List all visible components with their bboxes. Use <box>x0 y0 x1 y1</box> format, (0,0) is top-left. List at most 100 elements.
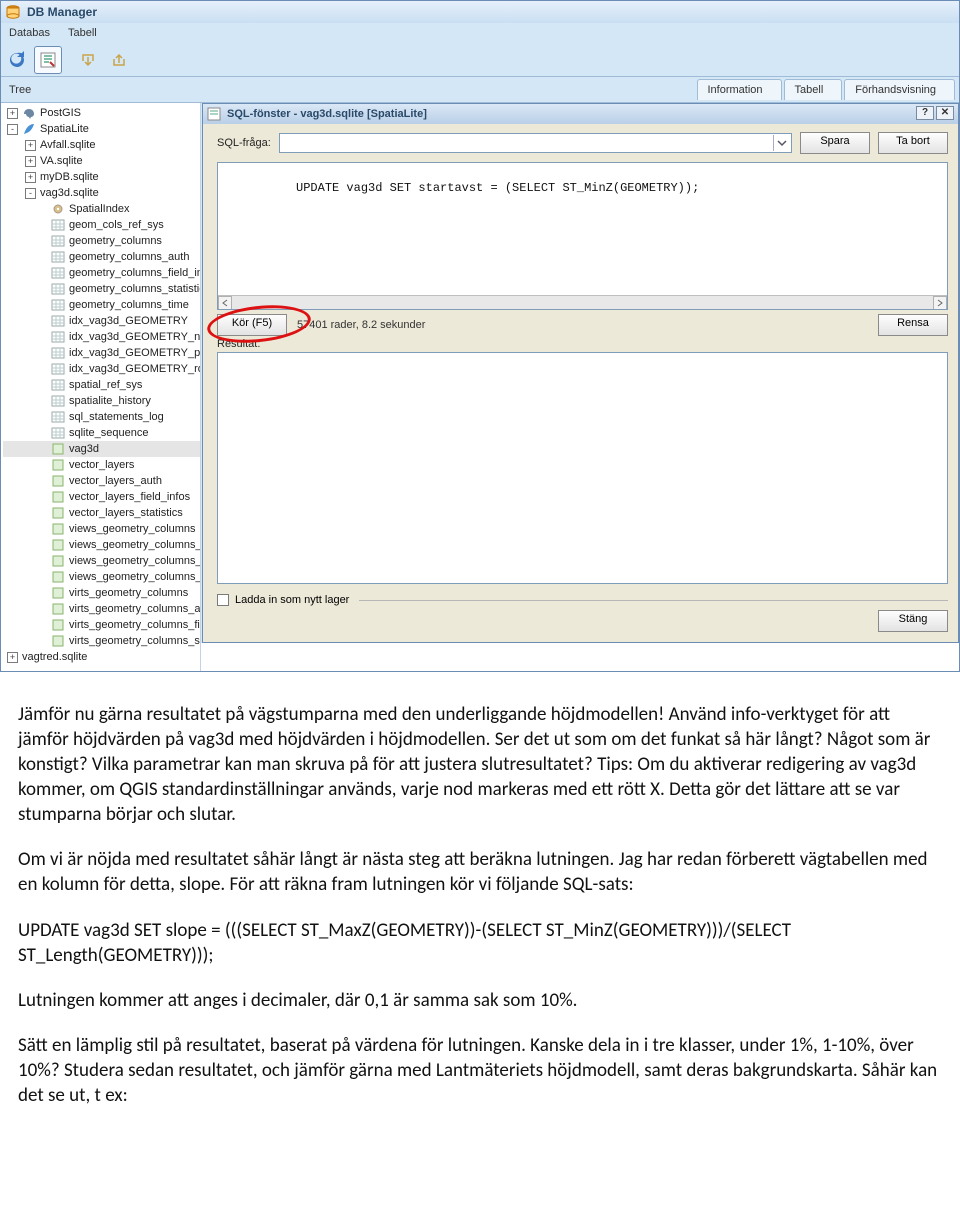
tree-node[interactable]: geometry_columns <box>3 233 200 249</box>
expand-icon[interactable]: + <box>25 156 36 167</box>
tree-label: geometry_columns <box>69 233 162 249</box>
table-icon <box>51 266 65 280</box>
table-icon <box>51 378 65 392</box>
tree-node[interactable]: idx_vag3d_GEOMETRY_node <box>3 329 200 345</box>
tree-node[interactable]: idx_vag3d_GEOMETRY_parent <box>3 345 200 361</box>
tree-node[interactable]: views_geometry_columns <box>3 521 200 537</box>
tree-label: myDB.sqlite <box>40 169 99 185</box>
tree-node[interactable]: sqlite_sequence <box>3 425 200 441</box>
tree-node[interactable]: vector_layers_field_infos <box>3 489 200 505</box>
expand-icon[interactable]: - <box>25 188 36 199</box>
tree-node[interactable]: geom_cols_ref_sys <box>3 217 200 233</box>
tree-label: spatial_ref_sys <box>69 377 142 393</box>
close-window-button[interactable]: Stäng <box>878 610 948 632</box>
layer-icon <box>51 554 65 568</box>
table-icon <box>51 234 65 248</box>
load-as-layer-checkbox[interactable] <box>217 594 229 606</box>
tree-node[interactable]: vector_layers_auth <box>3 473 200 489</box>
layer-icon <box>51 538 65 552</box>
article-paragraph: Jämför nu gärna resultatet på vägstumpar… <box>18 702 942 827</box>
tab-preview[interactable]: Förhandsvisning <box>844 79 955 100</box>
layer-icon <box>51 506 65 520</box>
tree-label: vag3d.sqlite <box>40 185 99 201</box>
tree-db[interactable]: -vag3d.sqlite <box>3 185 200 201</box>
tree-node[interactable]: virts_geometry_columns_field_infos <box>3 617 200 633</box>
tree-label: geometry_columns_time <box>69 297 189 313</box>
gear-icon <box>51 202 65 216</box>
tree-node[interactable]: views_geometry_columns_field_infos <box>3 553 200 569</box>
tree-node[interactable]: views_geometry_columns_auth <box>3 537 200 553</box>
table-icon <box>51 426 65 440</box>
tree-node[interactable]: SpatialIndex <box>3 201 200 217</box>
tree-label: geometry_columns_field_infos <box>69 265 200 281</box>
collapse-icon[interactable]: - <box>7 124 18 135</box>
tree-label: views_geometry_columns <box>69 521 196 537</box>
tree-label: idx_vag3d_GEOMETRY <box>69 313 188 329</box>
sql-window-button[interactable] <box>34 46 62 74</box>
expand-icon[interactable]: + <box>25 172 36 183</box>
tree-label: SpatiaLite <box>40 121 89 137</box>
export-button[interactable] <box>105 46 133 74</box>
tree-node[interactable]: virts_geometry_columns_auth <box>3 601 200 617</box>
save-button[interactable]: Spara <box>800 132 870 154</box>
tree-node[interactable]: views_geometry_columns_statistics <box>3 569 200 585</box>
tree-node[interactable]: vector_layers <box>3 457 200 473</box>
expand-icon[interactable]: + <box>25 140 36 151</box>
tree-db[interactable]: + myDB.sqlite <box>3 169 200 185</box>
table-icon <box>51 346 65 360</box>
tree-label: geom_cols_ref_sys <box>69 217 164 233</box>
tree-node[interactable]: spatial_ref_sys <box>3 377 200 393</box>
tree-root-spatialite[interactable]: - SpatiaLite <box>3 121 200 137</box>
table-icon <box>51 394 65 408</box>
table-icon <box>51 410 65 424</box>
menu-database[interactable]: Databas <box>9 27 50 39</box>
tree-node[interactable]: sql_statements_log <box>3 409 200 425</box>
tree-label: SpatialIndex <box>69 201 130 217</box>
tree-db-vagtred[interactable]: + vagtred.sqlite <box>3 649 200 665</box>
clear-button[interactable]: Rensa <box>878 314 948 336</box>
tree-node[interactable]: geometry_columns_auth <box>3 249 200 265</box>
tree-node[interactable]: geometry_columns_time <box>3 297 200 313</box>
scroll-left-icon[interactable] <box>218 296 232 310</box>
refresh-button[interactable] <box>3 46 31 74</box>
tree-node[interactable]: virts_geometry_columns_statistics <box>3 633 200 649</box>
sql-editor[interactable]: UPDATE vag3d SET startavst = (SELECT ST_… <box>217 162 948 310</box>
tree-db[interactable]: +Avfall.sqlite <box>3 137 200 153</box>
elephant-icon <box>22 106 36 120</box>
tree-node[interactable]: vag3d <box>3 441 200 457</box>
sql-query-combo[interactable] <box>279 133 792 153</box>
tree-label: vector_layers_statistics <box>69 505 183 521</box>
tree-db[interactable]: +VA.sqlite <box>3 153 200 169</box>
tree-root-postgis[interactable]: + PostGIS <box>3 105 200 121</box>
tree-node[interactable]: vector_layers_statistics <box>3 505 200 521</box>
tree-node[interactable]: spatialite_history <box>3 393 200 409</box>
chevron-down-icon <box>773 135 789 151</box>
help-button[interactable]: ? <box>916 106 934 120</box>
expand-icon[interactable]: + <box>7 108 18 119</box>
expand-icon[interactable]: + <box>7 652 18 663</box>
layer-icon <box>51 490 65 504</box>
tree-node[interactable]: idx_vag3d_GEOMETRY <box>3 313 200 329</box>
delete-button[interactable]: Ta bort <box>878 132 948 154</box>
layer-icon <box>51 602 65 616</box>
tree-node[interactable]: virts_geometry_columns <box>3 585 200 601</box>
table-icon <box>51 282 65 296</box>
result-label: Resultat: <box>203 336 958 350</box>
sql-editor-text: UPDATE vag3d SET startavst = (SELECT ST_… <box>296 181 699 195</box>
menu-table[interactable]: Tabell <box>68 27 97 39</box>
tree-node[interactable]: idx_vag3d_GEOMETRY_rowid <box>3 361 200 377</box>
run-button[interactable]: Kör (F5) <box>217 314 287 336</box>
close-button[interactable]: ✕ <box>936 106 954 120</box>
layer-icon <box>51 442 65 456</box>
sql-window: SQL-fönster - vag3d.sqlite [SpatiaLite] … <box>202 103 959 643</box>
tree-node[interactable]: geometry_columns_field_infos <box>3 265 200 281</box>
tab-information[interactable]: Information <box>697 79 782 100</box>
tree-label: virts_geometry_columns_statistics <box>69 633 200 649</box>
table-icon <box>51 218 65 232</box>
horizontal-scrollbar[interactable] <box>218 295 947 309</box>
tree-node[interactable]: geometry_columns_statistics <box>3 281 200 297</box>
layer-icon <box>51 522 65 536</box>
import-button[interactable] <box>74 46 102 74</box>
scroll-right-icon[interactable] <box>933 296 947 310</box>
tab-table[interactable]: Tabell <box>784 79 843 100</box>
